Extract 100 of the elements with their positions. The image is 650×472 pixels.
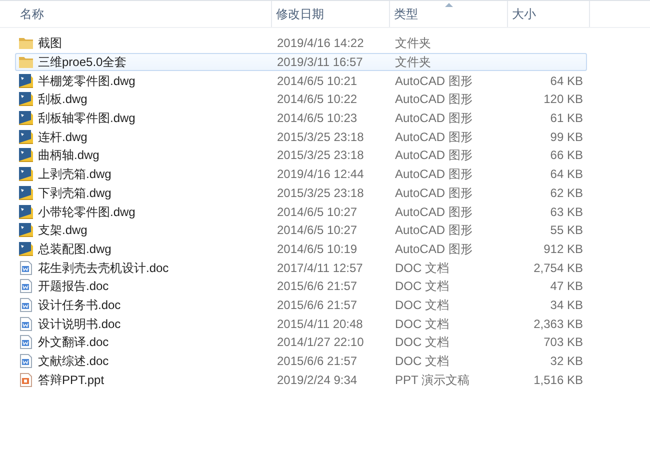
file-type: AutoCAD 图形 [395,74,472,88]
file-row[interactable]: 答辩PPT.ppt 2019/2/24 9:34 PPT 演示文稿 1,516 KB [15,370,587,390]
file-row[interactable]: 总装配图.dwg 2014/6/5 10:19 AutoCAD 图形 912 KB [15,240,587,258]
file-type: PPT 演示文稿 [395,372,470,387]
file-name[interactable]: 总装配图.dwg [38,240,112,258]
modified-date: 2015/4/11 20:48 [277,316,363,331]
file-row[interactable]: 下剥壳箱.dwg 2015/3/25 23:18 AutoCAD 图形 62 KB [15,184,587,202]
file-name[interactable]: 小带轮零件图.dwg [38,202,136,221]
file-size: 55 KB [550,223,583,238]
drawing-file-icon [18,166,34,182]
file-row[interactable]: 连杆.dwg 2015/3/25 23:18 AutoCAD 图形 99 KB [15,127,587,146]
file-name[interactable]: 下剥壳箱.dwg [38,184,112,202]
folder-icon [18,54,34,70]
file-row[interactable]: 三维proe5.0全套 2019/3/11 16:57 文件夹 [15,52,587,72]
file-row[interactable]: 刮板轴零件图.dwg 2014/6/5 10:23 AutoCAD 图形 61 KB [15,108,587,128]
file-size: 703 KB [544,335,583,350]
modified-date: 2015/3/25 23:18 [277,130,364,144]
file-row[interactable]: 设计说明书.doc 2015/4/11 20:48 DOC 文档 2,363 KB [15,314,587,333]
modified-date: 2015/3/25 23:18 [277,186,364,200]
file-name[interactable]: 截图 [38,34,62,52]
file-name[interactable]: 花生剥壳去壳机设计.doc [38,258,169,277]
file-name[interactable]: 设计说明书.doc [38,314,121,333]
file-size: 912 KB [544,242,583,256]
column-header[interactable]: 大小 [508,1,590,27]
drawing-file-icon [18,91,34,108]
file-size: 1,516 KB [534,372,583,387]
file-row[interactable]: 外文翻译.doc 2014/1/27 22:10 DOC 文档 703 KB [15,333,587,352]
drawing-file-icon [18,204,34,220]
file-row[interactable]: 支架.dwg 2014/6/5 10:27 AutoCAD 图形 55 KB [15,220,587,240]
file-row[interactable]: 曲柄轴.dwg 2015/3/25 23:18 AutoCAD 图形 66 KB [15,146,587,165]
file-type: AutoCAD 图形 [395,204,472,219]
column-header[interactable]: 类型 [390,1,508,27]
file-name[interactable]: 答辩PPT.ppt [38,370,104,389]
document-icon [18,260,34,276]
file-size: 2,754 KB [534,260,583,275]
file-row[interactable]: 花生剥壳去壳机设计.doc 2017/4/11 12:57 DOC 文档 2,754 KB [15,258,587,277]
document-icon [18,353,34,370]
file-size: 64 KB [550,74,583,88]
file-name[interactable]: 外文翻译.doc [38,333,109,352]
drawing-file-icon [18,128,34,145]
file-row[interactable]: 半棚笼零件图.dwg 2014/6/5 10:21 AutoCAD 图形 64 KB [15,71,587,90]
file-row[interactable]: 设计任务书.doc 2015/6/6 21:57 DOC 文档 34 KB [15,296,587,314]
file-row[interactable]: 文献综述.doc 2015/6/6 21:57 DOC 文档 32 KB [15,352,587,370]
file-name[interactable]: 开题报告.doc [38,277,109,296]
drawing-file-icon [18,147,34,164]
file-type: DOC 文档 [395,260,449,275]
file-name[interactable]: 半棚笼零件图.dwg [38,72,136,90]
presentation-file-icon [18,372,34,388]
file-type: 文件夹 [395,55,431,70]
file-name[interactable]: 刮板轴零件图.dwg [38,109,136,128]
modified-date: 2014/1/27 22:10 [277,335,364,350]
file-type: DOC 文档 [395,316,449,331]
file-size: 34 KB [550,298,583,312]
file-type: AutoCAD 图形 [395,148,472,162]
file-type: AutoCAD 图形 [395,167,472,182]
file-name[interactable]: 刮板.dwg [38,90,88,108]
modified-date: 2015/6/6 21:57 [277,279,358,294]
file-size: 66 KB [550,148,583,162]
file-size: 62 KB [550,186,583,200]
file-row[interactable]: 上剥壳箱.dwg 2019/4/16 12:44 AutoCAD 图形 64 KB [15,164,587,184]
file-row[interactable]: 开题报告.doc 2015/6/6 21:57 DOC 文档 47 KB [15,276,587,296]
drawing-file-icon [18,240,34,257]
column-header[interactable]: 修改日期 [272,1,390,27]
column-header[interactable]: 名称 [0,1,272,27]
drawing-file-icon [18,72,34,89]
file-type: 文件夹 [395,36,431,50]
file-size: 120 KB [544,92,583,106]
file-row[interactable]: 截图 2019/4/16 14:22 文件夹 [15,34,587,53]
file-name[interactable]: 文献综述.doc [38,352,109,370]
file-type: DOC 文档 [395,335,449,350]
modified-date: 2019/3/11 16:57 [277,55,363,70]
file-name[interactable]: 三维proe5.0全套 [38,53,127,72]
document-icon [18,334,34,350]
modified-date: 2017/4/11 12:57 [277,260,363,275]
modified-date: 2014/6/5 10:23 [277,111,358,126]
modified-date: 2019/2/24 9:34 [277,372,358,387]
document-icon [18,316,34,332]
modified-date: 2014/6/5 10:27 [277,204,358,219]
file-row[interactable]: 小带轮零件图.dwg 2014/6/5 10:27 AutoCAD 图形 63 KB [15,202,587,221]
file-row[interactable]: 刮板.dwg 2014/6/5 10:22 AutoCAD 图形 120 KB [15,90,587,109]
file-size: 61 KB [550,111,583,126]
file-type: AutoCAD 图形 [395,242,472,256]
file-size: 32 KB [550,354,583,368]
modified-date: 2015/6/6 21:57 [277,298,358,312]
drawing-file-icon [18,222,34,238]
file-size: 64 KB [550,167,583,182]
drawing-file-icon [18,184,34,201]
file-type: DOC 文档 [395,354,449,368]
file-name[interactable]: 上剥壳箱.dwg [38,165,112,184]
file-name[interactable]: 连杆.dwg [38,128,88,146]
file-type: AutoCAD 图形 [395,92,472,106]
document-icon [18,278,34,294]
modified-date: 2014/6/5 10:19 [277,242,358,256]
file-name[interactable]: 曲柄轴.dwg [38,146,100,164]
modified-date: 2014/6/5 10:22 [277,92,358,106]
file-size: 47 KB [550,279,583,294]
file-name[interactable]: 设计任务书.doc [38,296,121,314]
file-name[interactable]: 支架.dwg [38,221,88,240]
file-type: AutoCAD 图形 [395,186,472,200]
file-type: AutoCAD 图形 [395,223,472,238]
